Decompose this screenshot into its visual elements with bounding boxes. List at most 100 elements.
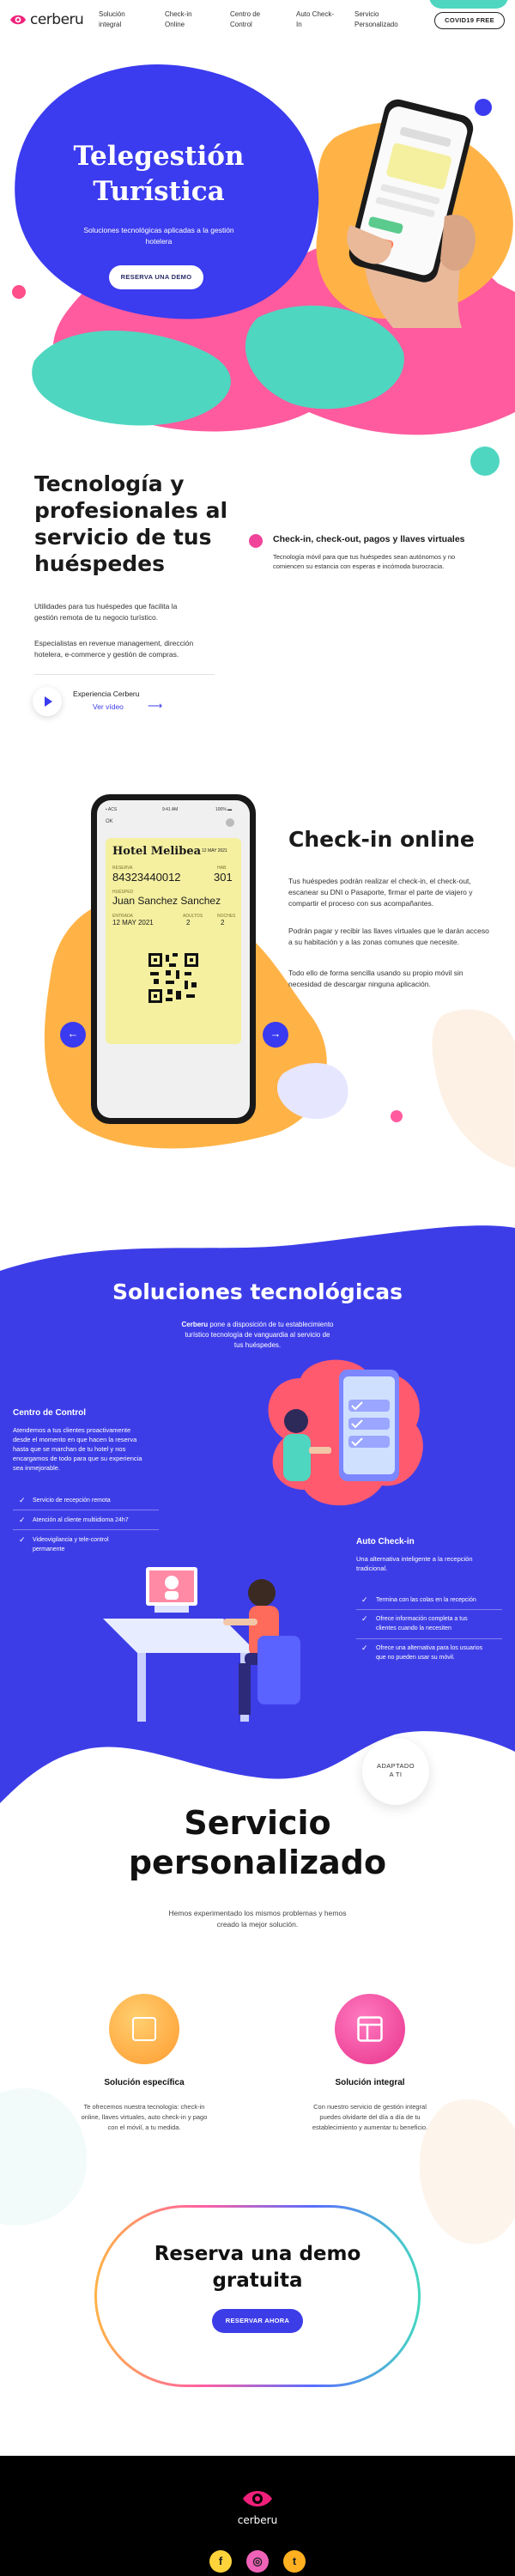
status-time: 9:41 AM: [162, 807, 179, 812]
phone-screen: ▪ ACS 9:41 AM 100% ▬ OK Hotel Melibea 12…: [97, 800, 250, 1118]
video-link[interactable]: Ver vídeo: [93, 702, 124, 711]
text-line: Te ofrecemos nuestra tecnología: check-i…: [83, 2103, 205, 2111]
text-line: Una alternativa inteligente a la recepci…: [356, 1555, 473, 1563]
text-line: tradicional.: [356, 1564, 388, 1572]
nav-centro-control[interactable]: Centro de Control: [230, 9, 260, 30]
nav-servicio-personalizado[interactable]: Servicio Personalizado: [354, 9, 398, 30]
card-text: Con nuestro servicio de gestión integral…: [297, 2102, 443, 2133]
cerberu-logo-icon[interactable]: [241, 2486, 274, 2512]
demo-card: [94, 2205, 421, 2387]
hand-phone-illustration: [347, 99, 476, 328]
nights-count: 2: [221, 919, 225, 927]
divider: [356, 1638, 502, 1639]
carousel-next-button[interactable]: →: [263, 1022, 288, 1048]
feature-title: Check-in, check-out, pagos y llaves virt…: [273, 534, 465, 544]
checkin-paragraph-1: Tus huéspedes podrán realizar el check-i…: [288, 876, 503, 909]
checkin-title: Check-in online: [288, 827, 475, 852]
carousel-prev-button[interactable]: ←: [60, 1022, 86, 1048]
square-icon: [109, 1994, 179, 2064]
text-line: A TI: [389, 1771, 403, 1778]
hero-title-line: Telegestión: [73, 141, 245, 172]
text-line: puedes olvidarte del día a día de tu: [319, 2113, 421, 2121]
card-title: Solución integral: [335, 2078, 405, 2087]
nav-label: In: [296, 21, 302, 28]
ok-button[interactable]: OK: [106, 819, 113, 824]
cerberu-logo-icon: [10, 15, 26, 25]
twitter-icon[interactable]: t: [283, 2550, 306, 2573]
adaptado-badge: ADAPTADO A TI: [362, 1738, 429, 1805]
checkin-date: 12 MAY 2021: [112, 919, 154, 927]
text-line: creado la mejor solución.: [216, 1920, 299, 1929]
brand-inline: Cerberu: [181, 1321, 209, 1328]
text-line: sea inmejorable.: [13, 1464, 61, 1472]
auto-checkin-item: Ofrece una alternativa para los usuarios…: [361, 1643, 505, 1662]
adults-count: 2: [186, 919, 191, 927]
text-line: clientes cuando la necesiten: [376, 1625, 451, 1631]
title-line: Reserva una demo: [154, 2243, 361, 2265]
play-video-button[interactable]: [33, 687, 62, 716]
servicio-title: Servicio personalizado: [0, 1803, 515, 1882]
servicio-subtitle: Hemos experimentado los mismos problemas…: [154, 1908, 360, 1930]
text-line: hasta que se marchan de tu hotel y nos: [13, 1445, 126, 1453]
text-line: Ofrece información completa a tus: [376, 1616, 468, 1622]
text-line: Podrán pagar y recibir las llaves virtua…: [288, 927, 489, 935]
control-center-illustration: [103, 1567, 300, 1730]
hero-title: Telegestión Turística: [34, 139, 283, 210]
control-item: Atención al cliente multiidioma 24h7: [19, 1516, 129, 1525]
auto-checkin-illustration: [268, 1359, 423, 1506]
nav-checkin-online[interactable]: Check-in Online: [165, 9, 192, 30]
text-line: Atendemos a tus clientes proactivamente: [13, 1426, 131, 1434]
covid-free-button[interactable]: COVID19 FREE: [434, 12, 505, 29]
text-line: Tecnología móvil para que tus huéspedes …: [273, 553, 456, 561]
text-line: compartir el proceso con sus acompañante…: [288, 899, 434, 908]
arrow-right-icon[interactable]: ⟶: [148, 700, 162, 712]
status-battery: 100% ▬: [215, 807, 233, 812]
checkin-paragraph-2: Podrán pagar y recibir las llaves virtua…: [288, 926, 503, 948]
text-line: encargamos de todo para que su experienc…: [13, 1455, 142, 1462]
hero-demo-button[interactable]: RESERVA UNA DEMO: [109, 265, 203, 289]
title-line: personalizado: [128, 1844, 387, 1881]
pink-dot-icon: [249, 534, 263, 548]
text-line: que no pueden usar su móvil.: [376, 1655, 455, 1661]
logo-text: cerberu: [30, 11, 84, 28]
instagram-icon[interactable]: ◎: [246, 2550, 269, 2573]
hero-subtitle-line: hotelera: [145, 237, 173, 246]
intro-paragraph-2: Especialistas en revenue management, dir…: [34, 638, 219, 660]
text-line: Videovigilancia y tele-control: [33, 1537, 109, 1543]
nav-label: Check-in: [165, 10, 192, 18]
text-line: Servicio de recepción remota: [33, 1498, 111, 1504]
divider: [13, 1529, 159, 1530]
footer-brand: cerberu: [237, 2514, 278, 2526]
layout-glyph: [357, 2016, 383, 2042]
divider: [34, 674, 215, 675]
layout-icon: [335, 1994, 405, 2064]
text-line: Especialistas en revenue management, dir…: [34, 639, 194, 647]
text-line: Atención al cliente multiidioma 24h7: [33, 1517, 129, 1523]
intro-title-line: Tecnología y: [34, 471, 185, 496]
logo[interactable]: cerberu: [9, 11, 84, 28]
text-line: escanear su DNI o Pasaporte, firmar el p…: [288, 888, 473, 896]
text-line: hotelera, e-commerce y gestión de compra…: [34, 650, 179, 659]
intro-title-line: huéspedes: [34, 551, 166, 576]
soluciones-background: [0, 1225, 515, 1803]
nav-label: Solución: [99, 10, 125, 18]
more-icon[interactable]: [226, 818, 234, 827]
hero-subtitle-line: Soluciones tecnológicas aplicadas a la g…: [83, 226, 234, 234]
text-line: necesidad de descargar ninguna aplicació…: [288, 980, 431, 988]
text-line: Todo ello de forma sencilla usando su pr…: [288, 969, 464, 977]
reservar-ahora-button[interactable]: RESERVAR AHORA: [212, 2309, 303, 2333]
intro-title-line: servicio de tus: [34, 525, 212, 550]
teal-blob-decoration: [429, 0, 508, 9]
text-line: tus huéspedes.: [233, 1341, 282, 1349]
teal-dot-decoration: [470, 447, 500, 476]
booking-number: 84323440012: [112, 871, 181, 884]
text-line: Con nuestro servicio de gestión integral: [313, 2103, 427, 2111]
status-carrier: ▪ ACS: [106, 807, 118, 812]
card-title: Solución específica: [104, 2078, 185, 2087]
nav-auto-checkin[interactable]: Auto Check- In: [296, 9, 334, 30]
facebook-icon[interactable]: f: [209, 2550, 232, 2573]
nav-solucion-integral[interactable]: Solución integral: [99, 9, 125, 30]
control-center-text: Atendemos a tus clientes proactivamente …: [13, 1425, 159, 1473]
auto-checkin-text: Una alternativa inteligente a la recepci…: [356, 1554, 502, 1573]
text-line: establecimiento y aumentar tu beneficio.: [312, 2123, 428, 2131]
